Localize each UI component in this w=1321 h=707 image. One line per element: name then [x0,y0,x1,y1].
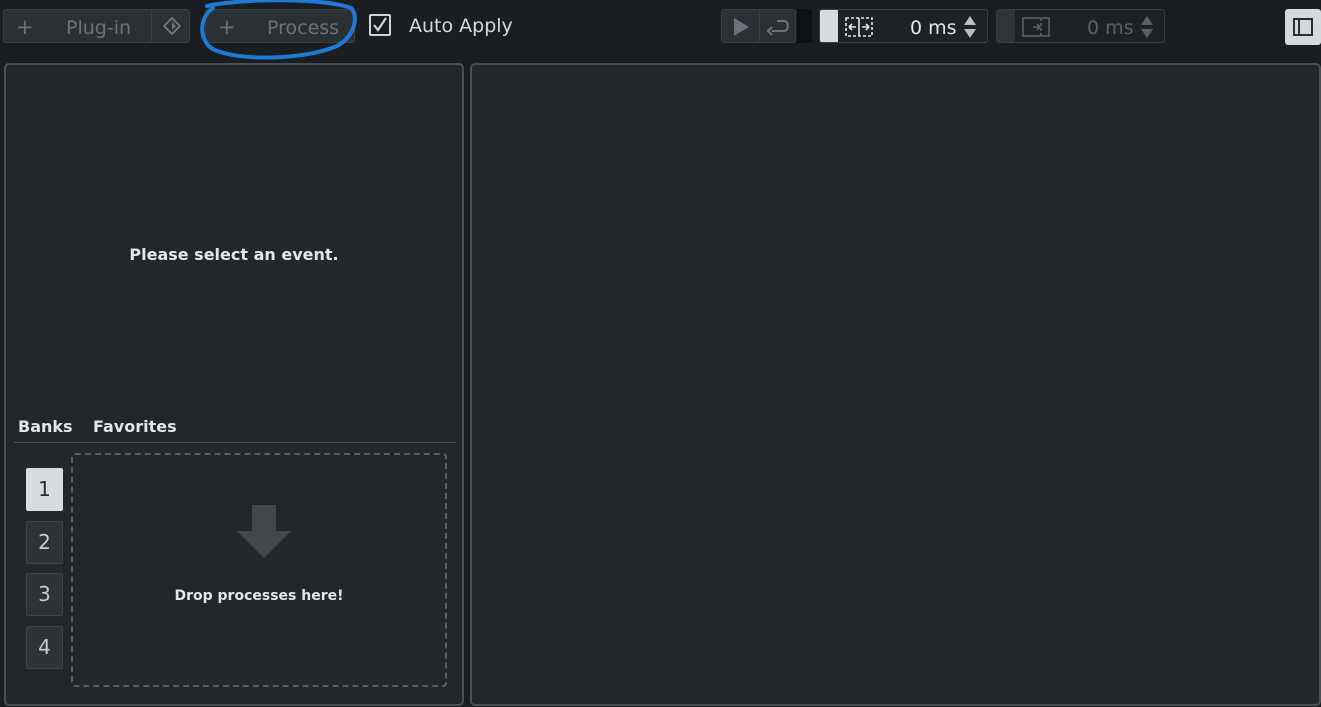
check-icon [373,17,387,32]
annotation-circle [200,0,357,60]
transport-group [721,9,796,43]
auto-apply-label[interactable]: Auto Apply [409,15,513,37]
plugin-add-icon[interactable]: + [16,15,34,39]
pre-roll-field[interactable]: 0 ms [819,9,988,43]
play-icon[interactable] [732,17,750,41]
bank-button-1[interactable]: 1 [26,468,63,511]
tab-divider [14,442,456,443]
tab-favorites[interactable]: Favorites [93,417,177,436]
plugin-divider [151,10,152,42]
plugin-button-label[interactable]: Plug-in [66,17,131,39]
post-roll-field[interactable]: 0 ms [996,9,1165,43]
transport-divider [759,10,760,42]
loop-icon[interactable] [766,17,790,41]
bank-button-2[interactable]: 2 [26,521,63,564]
drop-arrow-icon [236,505,292,563]
plugin-button-group: + Plug-in [3,9,190,43]
bank-button-3[interactable]: 3 [26,573,63,616]
post-roll-spinner-icon[interactable] [1140,15,1154,39]
pre-roll-value[interactable]: 0 ms [910,17,957,39]
drop-zone-label: Drop processes here! [174,588,344,604]
transport-separator [797,9,812,43]
process-drop-zone[interactable]: Drop processes here! [71,453,447,687]
sidebar-toggle-icon [1293,18,1313,36]
bank-button-4[interactable]: 4 [26,626,63,669]
settings-diamond-icon[interactable] [162,16,182,39]
pre-roll-icon [844,16,874,42]
direct-offline-processing-panel: Please select an event. Banks Favorites … [4,63,464,706]
toolbar: + Plug-in + Process Auto Apply 0 ms 0 ms [0,0,1321,60]
post-roll-value[interactable]: 0 ms [1087,17,1134,39]
auto-apply-checkbox[interactable] [369,14,391,36]
pre-roll-spinner-icon[interactable] [963,15,977,39]
post-roll-handle[interactable] [997,10,1015,42]
tab-banks[interactable]: Banks [18,417,73,436]
process-editor-panel [470,63,1321,706]
pre-roll-handle[interactable] [820,10,838,42]
post-roll-icon [1021,16,1051,42]
empty-state-message: Please select an event. [129,245,339,264]
sidebar-toggle-button[interactable] [1285,9,1321,45]
